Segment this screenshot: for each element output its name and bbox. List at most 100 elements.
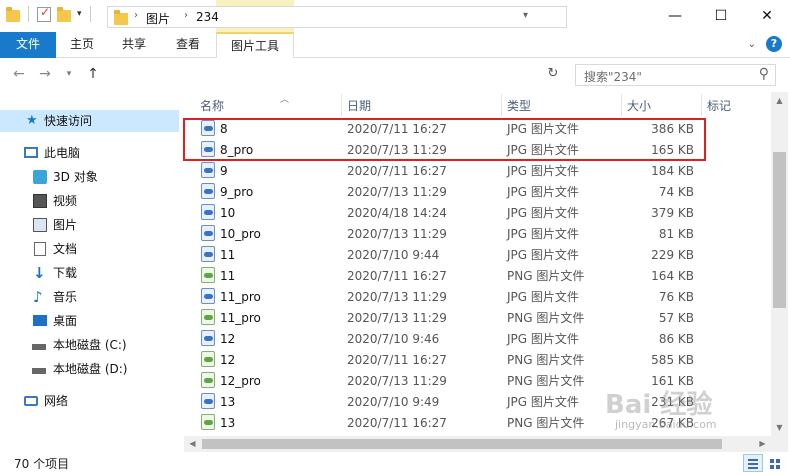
file-type: JPG 图片文件 [507,227,579,241]
table-row[interactable]: 11_pro 2020/7/13 11:29 PNG 图片文件 57 KB [184,307,771,328]
file-name: 11 [220,248,236,262]
search-icon[interactable]: ⚲ [759,66,769,82]
file-name: 11 [220,269,236,283]
file-type: JPG 图片文件 [507,395,579,409]
jpg-file-icon [201,246,215,262]
address-dropdown-icon[interactable]: ▾ [523,10,528,21]
help-icon[interactable]: ? [766,36,782,52]
minimize-button[interactable]: — [652,0,698,32]
file-size: 184 KB [651,164,694,178]
chevron-right-icon[interactable]: › [134,10,138,21]
column-header-type[interactable]: 类型 [507,96,531,116]
large-icons-view-icon[interactable] [765,454,785,472]
watermark: Bai 经验 jingyan.baidu.com [605,390,717,431]
tab-home[interactable]: 主页 [60,32,104,58]
table-row[interactable]: 9 2020/7/11 16:27 JPG 图片文件 184 KB [184,160,771,181]
close-button[interactable]: ✕ [744,0,790,32]
folder-icon [114,10,128,25]
png-file-icon [201,372,215,388]
column-divider[interactable] [341,94,342,116]
tab-file[interactable]: 文件 [0,32,56,58]
table-row[interactable]: 10 2020/4/18 14:24 JPG 图片文件 379 KB [184,202,771,223]
table-row[interactable]: 9_pro 2020/7/13 11:29 JPG 图片文件 74 KB [184,181,771,202]
customize-toolbar-icon[interactable]: ▾ [77,9,82,19]
file-type: PNG 图片文件 [507,311,585,325]
table-row[interactable]: 11 2020/7/10 9:44 JPG 图片文件 229 KB [184,244,771,265]
file-type: JPG 图片文件 [507,206,579,220]
file-date: 2020/7/10 9:49 [347,395,440,409]
quick-access-toolbar: ▾ [6,5,93,22]
search-box[interactable]: 搜索"234" ⚲ [575,64,776,86]
status-bar: 70 个项目 [0,452,790,474]
music-icon: ♪ [33,288,43,306]
file-size: 164 KB [651,269,694,283]
column-divider[interactable] [701,94,702,116]
tab-share[interactable]: 共享 [112,32,156,58]
scroll-up-icon[interactable]: ▲ [771,92,788,109]
file-size: 86 KB [658,332,694,346]
search-input[interactable]: 搜索"234" [584,68,642,85]
maximize-button[interactable]: ☐ [698,0,744,32]
file-type: JPG 图片文件 [507,164,579,178]
item-count: 70 个项目 [14,457,70,471]
scroll-right-icon[interactable]: ▶ [754,436,771,452]
file-type: JPG 图片文件 [507,332,579,346]
address-bar[interactable]: › 图片 › 234 ▾ [107,6,567,28]
expand-ribbon-icon[interactable]: ⌄ [748,39,756,50]
file-type: PNG 图片文件 [507,269,585,283]
file-size: 229 KB [651,248,694,262]
scrollbar-thumb[interactable] [773,152,786,308]
computer-icon [24,147,38,158]
jpg-file-icon [201,393,215,409]
column-divider[interactable] [501,94,502,116]
file-name: 13 [220,416,236,430]
file-size: 57 KB [658,311,694,325]
refresh-icon[interactable]: ↻ [545,66,561,82]
table-row[interactable]: 10_pro 2020/7/13 11:29 JPG 图片文件 81 KB [184,223,771,244]
breadcrumb-pictures[interactable]: 图片 [146,10,170,27]
file-type: PNG 图片文件 [507,416,585,430]
highlight-box [183,118,706,161]
scroll-left-icon[interactable]: ◀ [184,436,201,452]
tab-view[interactable]: 查看 [166,32,210,58]
file-date: 2020/7/11 16:27 [347,269,447,283]
forward-arrow-icon[interactable]: → [36,64,54,84]
png-file-icon [201,414,215,430]
png-file-icon [201,267,215,283]
chevron-right-icon[interactable]: › [184,10,188,21]
breadcrumb-234[interactable]: 234 [196,10,219,24]
table-row[interactable]: 11 2020/7/11 16:27 PNG 图片文件 164 KB [184,265,771,286]
toolbar-divider [89,6,91,22]
table-row[interactable]: 12 2020/7/10 9:46 JPG 图片文件 86 KB [184,328,771,349]
navigation-pane: ★ 快速访问 此电脑 3D 对象 视频 图片 文档 ↓ 下载 ♪ 音乐 桌面 本… [0,92,179,448]
file-size: 379 KB [651,206,694,220]
scroll-down-icon[interactable]: ▼ [771,419,788,436]
vertical-scrollbar[interactable]: ▲ ▼ [771,92,788,436]
jpg-file-icon [201,288,215,304]
file-name: 9 [220,164,228,178]
tab-picture-tools[interactable]: 图片工具 [216,32,294,58]
png-file-icon [201,351,215,367]
jpg-file-icon [201,330,215,346]
file-size: 76 KB [658,290,694,304]
nav-item-quick-access[interactable]: ★ 快速访问 [0,110,179,132]
column-header-tags[interactable]: 标记 [707,96,731,116]
file-date: 2020/7/11 16:27 [347,353,447,367]
column-header-name[interactable]: ︿ 名称 [200,95,289,116]
column-header-date[interactable]: 日期 [347,96,371,116]
file-type: JPG 图片文件 [507,290,579,304]
file-name: 10 [220,206,236,220]
table-row[interactable]: 12 2020/7/11 16:27 PNG 图片文件 585 KB [184,349,771,370]
table-row[interactable]: 11_pro 2020/7/13 11:29 JPG 图片文件 76 KB [184,286,771,307]
up-arrow-icon[interactable]: ↑ [84,64,102,84]
recent-locations-icon[interactable]: ▾ [62,64,76,84]
column-header-size[interactable]: 大小 [627,96,651,116]
back-arrow-icon[interactable]: ← [10,64,28,84]
properties-icon[interactable] [37,5,51,22]
file-date: 2020/7/13 11:29 [347,290,447,304]
details-view-icon[interactable] [743,454,763,472]
jpg-file-icon [201,204,215,220]
document-icon [34,242,46,256]
new-folder-icon[interactable] [57,6,71,22]
column-divider[interactable] [621,94,622,116]
